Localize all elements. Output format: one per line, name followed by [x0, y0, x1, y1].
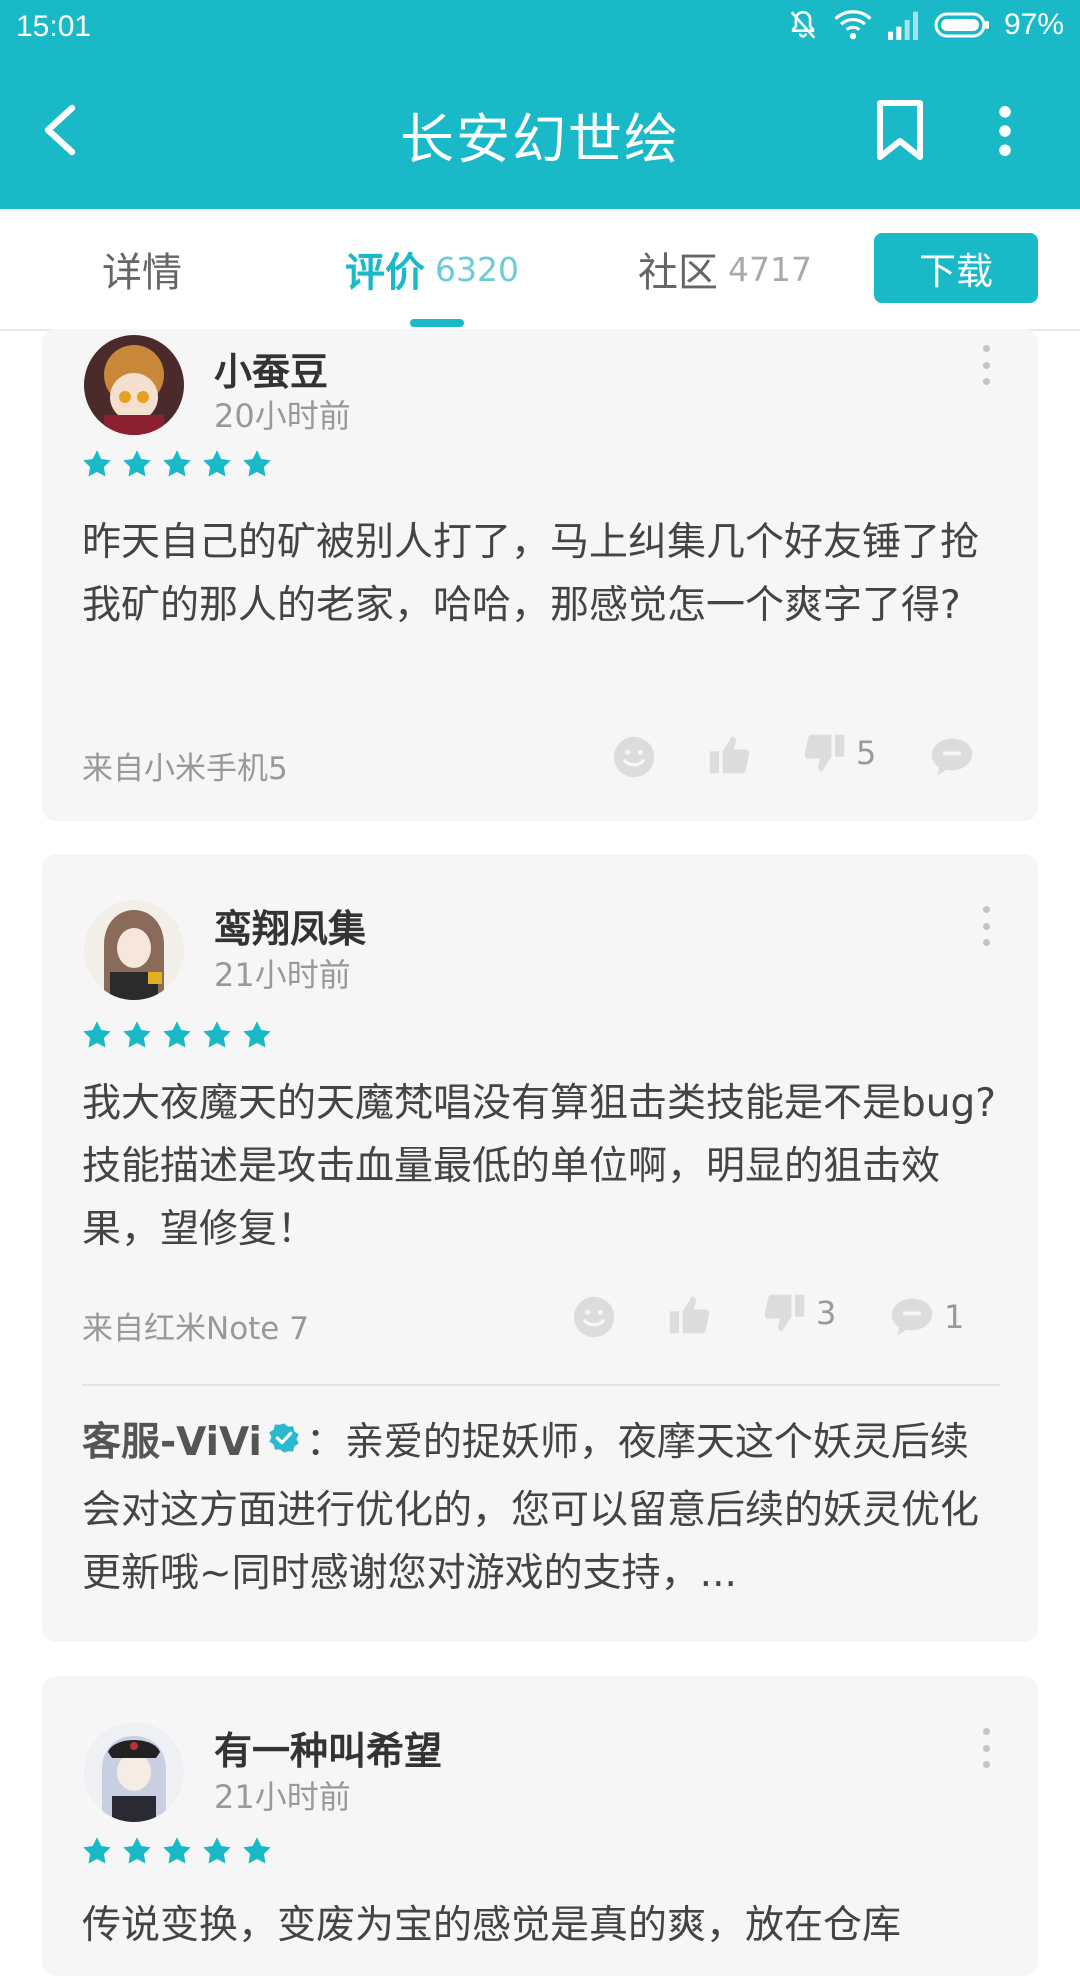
dislike-count: 5 [856, 734, 877, 772]
avatar[interactable] [84, 335, 184, 435]
device-label: 来自小米手机5 [82, 751, 288, 787]
comment-count: 1 [944, 1298, 965, 1336]
bookmark-button[interactable] [870, 96, 930, 166]
star-icon [243, 1021, 271, 1048]
tab-reviews[interactable]: 评价 6320 [345, 209, 519, 329]
reviewer-name[interactable]: 有一种叫希望 [214, 1720, 442, 1775]
tab-community[interactable]: 社区 4717 [638, 209, 812, 329]
star-icon [83, 1837, 111, 1864]
signal-icon [886, 10, 920, 40]
star-icon [203, 450, 231, 477]
star-icon [203, 1021, 231, 1048]
star-icon [123, 450, 151, 477]
review-time: 21小时前 [214, 1778, 351, 1816]
star-icon [83, 1021, 111, 1048]
official-reply[interactable]: 客服-ViVi ：亲爱的捉妖师，夜摩天这个妖灵后续会对这方面进行优化的，您可以留意… [82, 1410, 1002, 1605]
comment-button[interactable]: 1 [890, 1295, 964, 1339]
app-bar: 15:01 97% 长安幻世绘 [0, 0, 1080, 209]
smiley-icon [613, 736, 655, 778]
star-rating [82, 1020, 272, 1050]
star-rating [82, 1836, 272, 1866]
review-text[interactable]: 传说变换，变废为宝的感觉是真的爽，放在仓库 [82, 1894, 1002, 1957]
star-icon [123, 1021, 151, 1048]
reviewer-name[interactable]: 鸾翔凤集 [214, 898, 366, 953]
comment-button[interactable] [930, 735, 974, 779]
mute-bell-icon [786, 8, 820, 42]
tab-community-label: 社区 [638, 250, 718, 296]
tab-details[interactable]: 详情 [102, 209, 182, 329]
thumbs-up-icon [709, 736, 750, 774]
tab-bar: 详情 评价 6320 社区 4717 下载 [0, 209, 1080, 331]
review-card: 鸾翔凤集 21小时前 我大夜魔天的天魔梵唱没有算狙击类技能是不是bug? 技能描… [42, 854, 1038, 1642]
review-card: 小蚕豆 20小时前 昨天自己的矿被别人打了，马上纠集几个好友锤了抢我矿的那人的老… [42, 329, 1038, 821]
emoji-react-button[interactable] [612, 735, 656, 779]
review-card: 有一种叫希望 21小时前 传说变换，变废为宝的感觉是真的爽，放在仓库 [42, 1676, 1038, 1976]
status-time: 15:01 [16, 10, 92, 43]
more-options-button[interactable] [975, 96, 1035, 166]
reply-author: 客服-ViVi [82, 1420, 262, 1465]
star-rating [82, 449, 272, 479]
review-text[interactable]: 昨天自己的矿被别人打了，马上纠集几个好友锤了抢我矿的那人的老家，哈哈，那感觉怎一… [82, 511, 1002, 637]
dislike-count: 3 [816, 1294, 837, 1332]
star-icon [243, 450, 271, 477]
card-more-button[interactable] [976, 345, 996, 385]
star-icon [203, 1837, 231, 1864]
more-vertical-icon [999, 106, 1011, 156]
divider [82, 1384, 1000, 1386]
comment-icon [931, 738, 973, 776]
tab-details-label: 详情 [102, 250, 182, 296]
comment-icon [891, 1298, 933, 1336]
dislike-button[interactable]: 3 [762, 1291, 836, 1335]
battery-icon [934, 11, 990, 39]
review-time: 20小时前 [214, 397, 351, 435]
avatar[interactable] [84, 1722, 184, 1822]
star-icon [243, 1837, 271, 1864]
thumbs-down-icon [804, 734, 845, 772]
emoji-react-button[interactable] [572, 1295, 616, 1339]
review-text[interactable]: 我大夜魔天的天魔梵唱没有算狙击类技能是不是bug? 技能描述是攻击血量最低的单位… [82, 1072, 1002, 1261]
smiley-icon [573, 1296, 615, 1338]
verified-icon [268, 1410, 300, 1473]
wifi-icon [834, 9, 872, 41]
star-icon [83, 450, 111, 477]
star-icon [163, 1837, 191, 1864]
tab-reviews-count: 6320 [435, 249, 519, 289]
dislike-button[interactable]: 5 [802, 731, 876, 775]
battery-percent: 97% [1003, 8, 1064, 41]
reviewer-name[interactable]: 小蚕豆 [214, 341, 328, 396]
download-button[interactable]: 下载 [874, 233, 1038, 303]
like-button[interactable] [708, 733, 752, 777]
status-icons: 97% [786, 8, 1064, 42]
star-icon [123, 1837, 151, 1864]
review-time: 21小时前 [214, 956, 351, 994]
like-button[interactable] [668, 1293, 712, 1337]
card-more-button[interactable] [976, 1728, 996, 1768]
tab-community-count: 4717 [728, 249, 812, 289]
star-icon [163, 450, 191, 477]
tab-reviews-label: 评价 [345, 250, 425, 296]
device-label: 来自红米Note 7 [82, 1311, 309, 1347]
bookmark-icon [877, 100, 923, 160]
thumbs-down-icon [764, 1294, 805, 1332]
avatar[interactable] [84, 900, 184, 1000]
active-tab-indicator [410, 319, 464, 327]
star-icon [163, 1021, 191, 1048]
thumbs-up-icon [669, 1296, 710, 1334]
card-more-button[interactable] [976, 906, 996, 946]
